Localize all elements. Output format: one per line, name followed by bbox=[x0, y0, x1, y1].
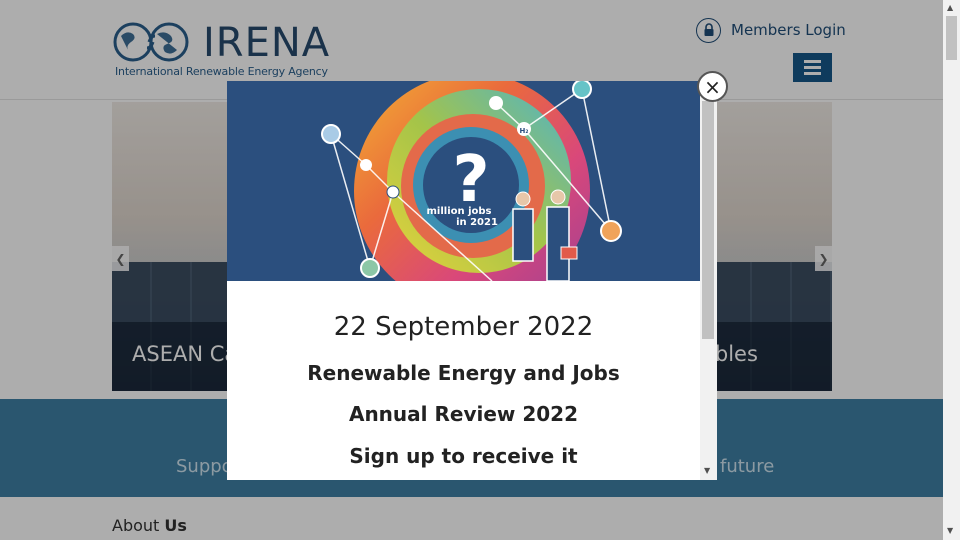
headline-review-year: Annual Review 2022 bbox=[348, 402, 579, 426]
close-modal-button[interactable]: × bbox=[697, 71, 728, 102]
window-scrollbar[interactable]: ▲ ▼ bbox=[943, 0, 960, 540]
signup-call-to-action[interactable]: Sign up to receive it bbox=[227, 444, 700, 468]
newsletter-modal: ? million jobs in 2021 H₂ 22 September 2… bbox=[227, 81, 717, 480]
scroll-up-icon[interactable]: ▲ bbox=[947, 3, 953, 12]
banner-illustration: ? million jobs in 2021 H₂ bbox=[227, 81, 700, 281]
hydrogen-label: H₂ bbox=[520, 127, 529, 135]
jobs-report-banner[interactable]: ? million jobs in 2021 H₂ bbox=[227, 81, 700, 281]
headline-report-title: Renewable Energy and Jobs bbox=[307, 361, 620, 385]
scroll-down-icon[interactable]: ▼ bbox=[704, 466, 710, 475]
modal-body: 22 September 2022 Renewable Energy and J… bbox=[227, 281, 700, 480]
banner-line-1: million jobs bbox=[426, 206, 491, 217]
close-icon: × bbox=[704, 74, 721, 99]
modal-scroll-thumb[interactable] bbox=[702, 101, 714, 339]
banner-line-2: in 2021 bbox=[456, 217, 498, 228]
modal-scrollbar[interactable]: ▼ bbox=[700, 81, 717, 480]
event-date: 22 September 2022 bbox=[333, 312, 594, 342]
window-scroll-thumb[interactable] bbox=[946, 16, 957, 60]
scroll-down-icon[interactable]: ▼ bbox=[947, 526, 953, 535]
